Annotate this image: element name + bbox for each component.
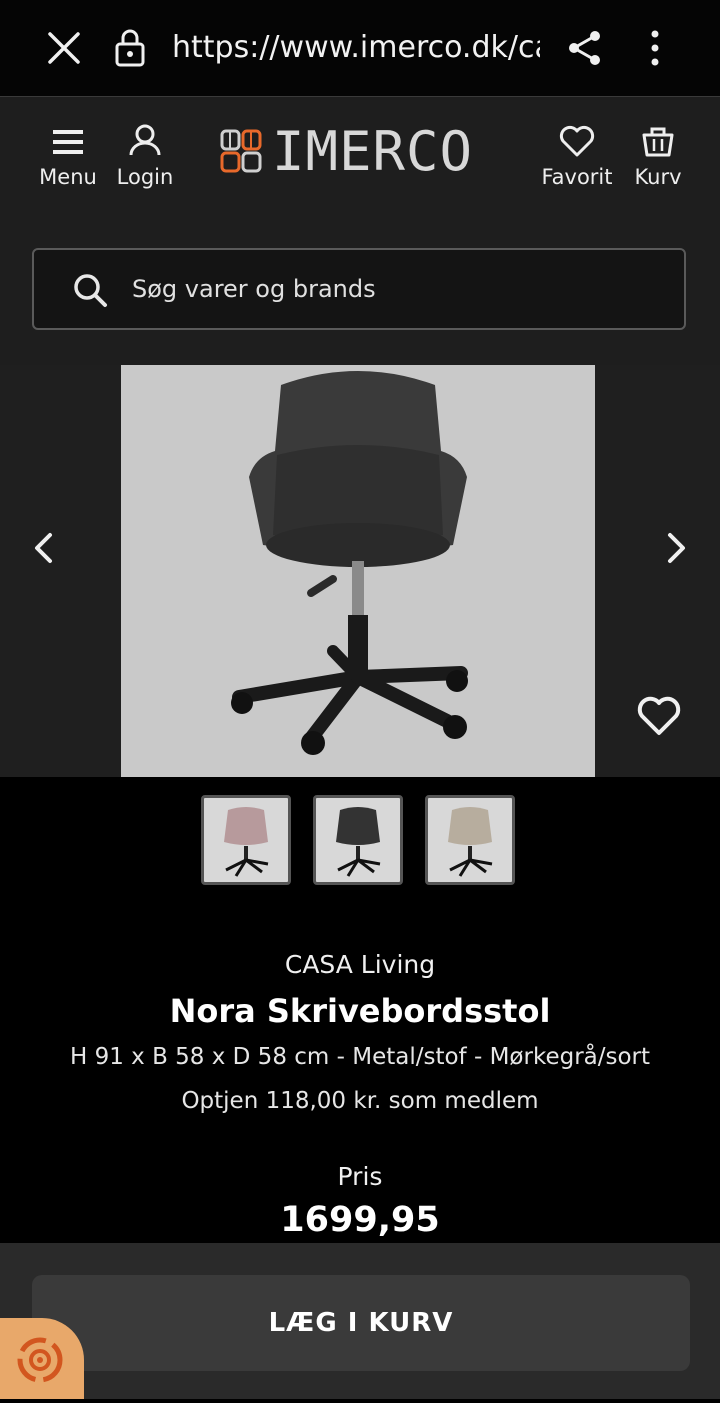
- logo-text: IMERCO: [272, 119, 474, 183]
- url-bar[interactable]: https://www.imerco.dk/ca: [172, 26, 540, 70]
- browser-toolbar: https://www.imerco.dk/ca: [0, 0, 720, 97]
- product-gallery: [0, 365, 720, 777]
- chair-thumbnail-icon: [448, 807, 493, 877]
- basket-icon: [642, 127, 674, 157]
- kurv-label: Kurv: [634, 165, 682, 189]
- heart-icon[interactable]: [636, 695, 682, 737]
- heart-icon: [559, 125, 595, 157]
- search-input[interactable]: Søg varer og brands: [32, 248, 686, 330]
- product-brand[interactable]: CASA Living: [0, 950, 720, 979]
- thumbnail-strip: [0, 777, 720, 917]
- thumbnail-beige[interactable]: [425, 795, 515, 885]
- product-name: Nora Skrivebordsstol: [169, 992, 551, 1030]
- product-description: H 91 x B 58 x D 58 cm - Metal/stof - Mør…: [69, 1044, 651, 1070]
- thumbnail-dark-grey[interactable]: [313, 795, 403, 885]
- menu-button[interactable]: Menu: [36, 117, 100, 197]
- chevron-left-icon[interactable]: [26, 523, 60, 573]
- chair-thumbnail-icon: [336, 807, 381, 877]
- search-placeholder: Søg varer og brands: [132, 275, 376, 303]
- product-image[interactable]: [121, 365, 595, 777]
- imerco-logo[interactable]: IMERCO: [220, 119, 502, 183]
- chair-illustration: [231, 371, 468, 755]
- logo-mark-icon: [220, 129, 262, 173]
- login-label: Login: [116, 165, 174, 189]
- recycle-icon: [17, 1337, 63, 1383]
- menu-label: Menu: [39, 165, 97, 189]
- bottom-action-bar: LÆG I KURV: [0, 1243, 720, 1399]
- kurv-button[interactable]: Kurv: [630, 117, 686, 197]
- share-icon[interactable]: [566, 28, 604, 68]
- favorit-button[interactable]: Favorit: [540, 117, 614, 197]
- favorit-label: Favorit: [541, 165, 613, 189]
- add-to-cart-button[interactable]: LÆG I KURV: [32, 1275, 690, 1371]
- chair-thumbnail-icon: [224, 807, 269, 877]
- user-icon: [129, 124, 161, 156]
- floating-assistant-button[interactable]: [0, 1318, 84, 1399]
- lock-icon[interactable]: [114, 28, 146, 68]
- chevron-right-icon[interactable]: [660, 523, 694, 573]
- hamburger-icon: [53, 130, 83, 154]
- site-header: Menu Login IMERCO Favorit Kurv Søg varer…: [0, 97, 720, 365]
- search-icon: [74, 274, 107, 307]
- price-value: 1699,95: [280, 1200, 440, 1240]
- more-icon[interactable]: [640, 28, 670, 68]
- thumbnail-rose[interactable]: [201, 795, 291, 885]
- close-icon[interactable]: [44, 28, 84, 68]
- member-bonus: Optjen 118,00 kr. som medlem: [181, 1088, 539, 1114]
- price-label: Pris: [337, 1162, 383, 1191]
- login-button[interactable]: Login: [114, 117, 176, 197]
